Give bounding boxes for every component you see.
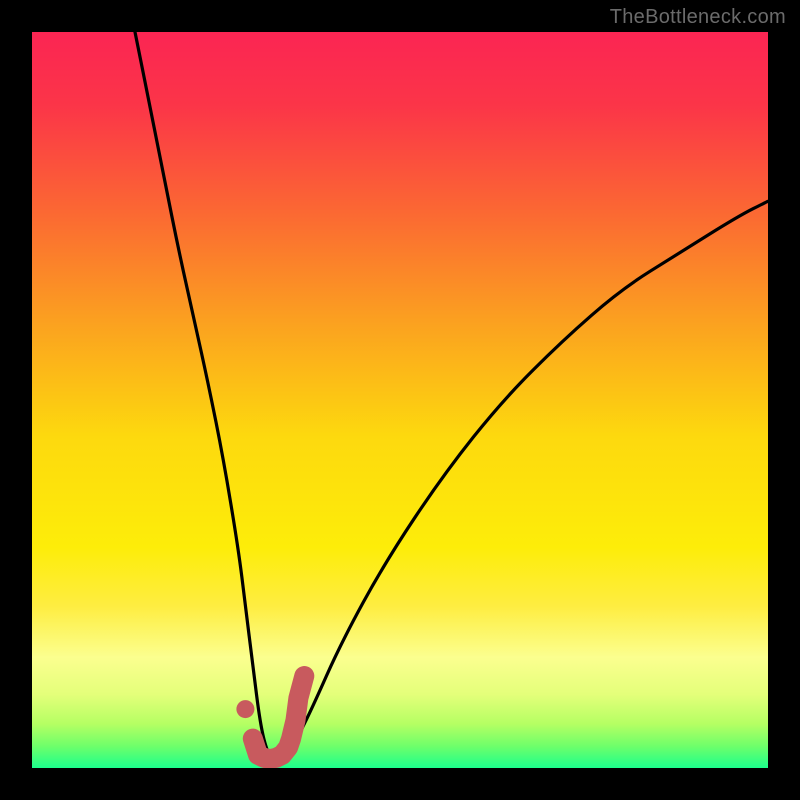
plot-area — [32, 32, 768, 768]
watermark-text: TheBottleneck.com — [610, 6, 786, 29]
flat-bottom-markers — [236, 676, 304, 759]
outer-frame: TheBottleneck.com — [0, 0, 800, 800]
bottleneck-curve — [135, 32, 768, 761]
chart-svg — [32, 32, 768, 768]
marker-dot — [236, 700, 254, 718]
